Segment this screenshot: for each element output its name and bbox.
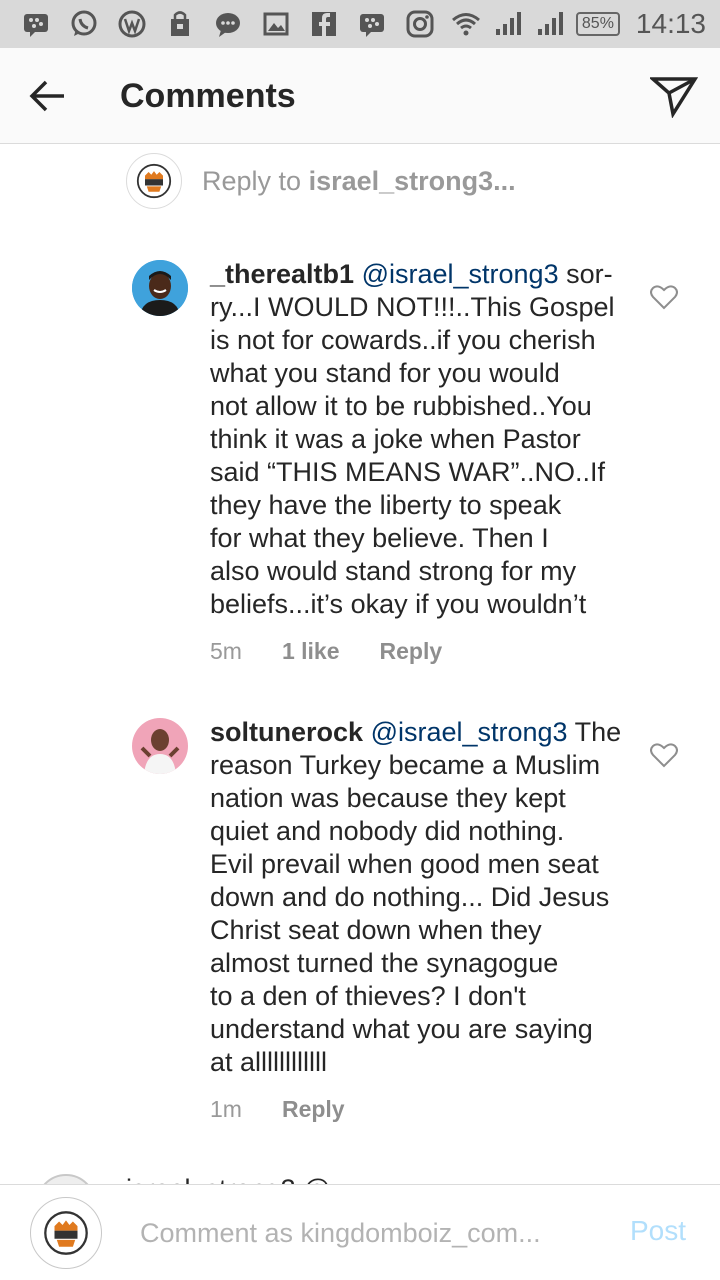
comment-text: _therealtb1 @israel_strong3 sor- ry...I … [210,259,615,619]
comment-meta: 1m Reply [210,1096,345,1123]
bbm-icon [356,8,388,40]
reply-to-text: Reply to israel_strong3... [202,165,516,196]
comment-text: soltunerock @israel_strong3 The reason T… [210,717,622,1077]
facebook-icon [308,8,340,40]
battery-indicator: 85% [575,12,620,36]
shopping-bag-icon [164,8,196,40]
avatar [30,1197,102,1269]
avatar[interactable] [132,718,188,774]
bbm-icon [20,8,52,40]
comment-username[interactable]: _therealtb1 [210,259,354,289]
reply-to-indicator[interactable]: Reply to israel_strong3... [126,152,516,210]
heart-icon[interactable] [650,742,678,768]
kingdomboiz-logo-icon [136,163,172,199]
comment-input[interactable] [140,1213,580,1253]
comment-mention[interactable]: @israel_strong3 [371,717,568,747]
list-item: israel_strong3 @... [0,1160,720,1186]
avatar [126,153,182,209]
status-bar: 85% 14:13 [0,0,720,48]
instagram-icon [404,8,436,40]
direct-send-icon[interactable] [648,74,699,119]
signal-icon [492,8,524,40]
heart-icon[interactable] [650,284,678,310]
avatar[interactable] [132,260,188,316]
app-header: Comments [0,48,720,144]
comment-time: 1m [210,1096,242,1122]
wifi-icon [450,8,482,40]
reply-button[interactable]: Reply [380,638,443,665]
kingdomboiz-logo-icon [44,1211,88,1255]
notification-icons [20,8,436,40]
page-title: Comments [120,77,296,115]
reply-button[interactable]: Reply [282,1096,345,1123]
comment-composer: Post [0,1184,720,1280]
system-status: 85% 14:13 [450,8,706,40]
comment-mention[interactable]: @israel_strong3 [362,259,559,289]
comment-meta: 5m 1 like Reply [210,638,442,665]
back-arrow-icon[interactable] [26,76,68,116]
whatsapp-icon [68,8,100,40]
chat-bubble-icon [212,8,244,40]
comment-time: 5m [210,638,242,664]
wordpress-icon [116,8,148,40]
comment-username[interactable]: soltunerock [210,717,363,747]
signal-icon [534,8,566,40]
post-button[interactable]: Post [630,1215,686,1247]
likes-count[interactable]: 1 like [282,638,340,665]
gallery-icon [260,8,292,40]
clock: 14:13 [635,8,706,39]
